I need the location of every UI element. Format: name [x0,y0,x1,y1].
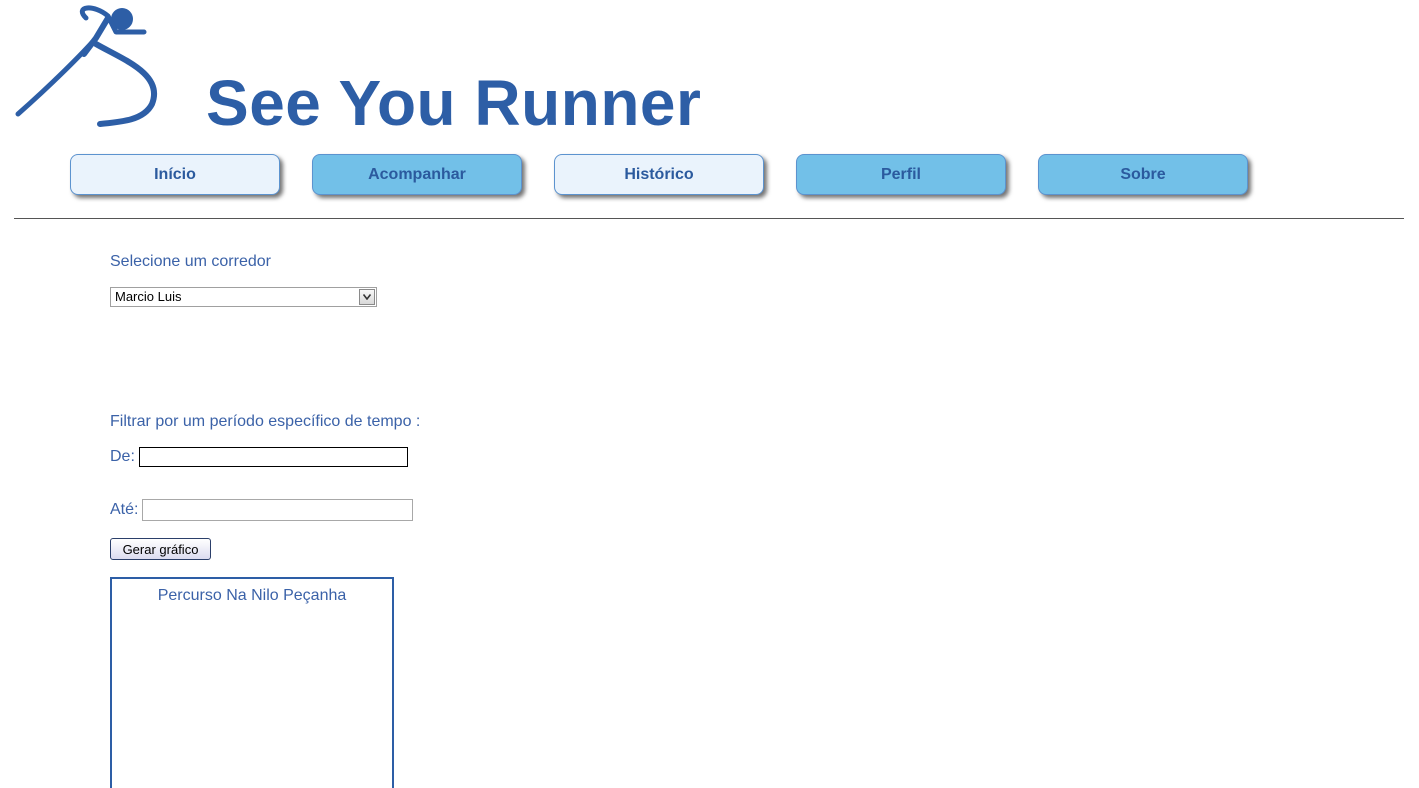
to-date-input[interactable] [142,499,413,521]
runner-select[interactable]: Marcio Luis [110,287,377,307]
tab-perfil[interactable]: Perfil [796,154,1006,195]
runner-select-label: Selecione um corredor [110,253,271,270]
runner-logo-icon[interactable] [12,4,162,130]
chart-panel: Percurso Na Nilo Peçanha [110,577,394,788]
page: See You Runner Início Acompanhar Históri… [0,0,1419,788]
runner-select-value: Marcio Luis [115,289,182,304]
to-label: Até: [110,501,139,518]
from-label: De: [110,448,135,465]
chevron-down-icon[interactable] [359,289,375,305]
tab-sobre[interactable]: Sobre [1038,154,1248,195]
from-date-input[interactable] [139,447,408,467]
tab-historico[interactable]: Histórico [554,154,764,195]
header-divider [14,218,1404,219]
tab-acompanhar[interactable]: Acompanhar [312,154,522,195]
filter-heading: Filtrar por um período específico de tem… [110,413,421,430]
tab-inicio[interactable]: Início [70,154,280,195]
generate-chart-button[interactable]: Gerar gráfico [110,538,211,560]
chart-panel-title: Percurso Na Nilo Peçanha [157,587,347,604]
app-title: See You Runner [206,67,702,139]
